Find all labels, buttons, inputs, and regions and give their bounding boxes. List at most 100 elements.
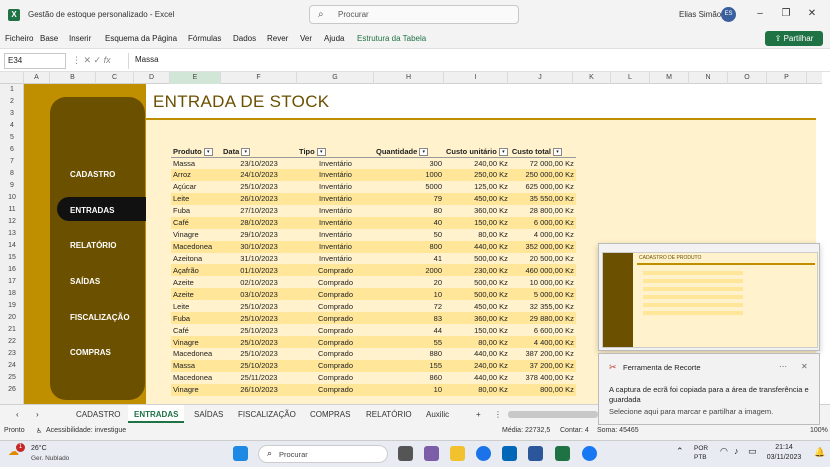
cell-data[interactable]: 24/10/2023: [221, 168, 297, 181]
cell-data[interactable]: 28/10/2023: [221, 216, 297, 229]
row-header[interactable]: 23: [0, 348, 24, 360]
cell-data[interactable]: 03/10/2023: [221, 288, 297, 301]
cell-produto[interactable]: Leite: [171, 192, 221, 205]
cell-custo-unitario[interactable]: 440,00 Kz: [444, 348, 510, 360]
cell-data[interactable]: 31/10/2023: [221, 252, 297, 265]
col-header[interactable]: A: [24, 72, 50, 84]
cell-quantidade[interactable]: 2000: [374, 264, 444, 277]
excel-taskbar-icon[interactable]: [555, 446, 570, 461]
cell-data[interactable]: 25/10/2023: [221, 312, 297, 325]
col-header[interactable]: J: [508, 72, 573, 84]
close-icon[interactable]: ✕: [804, 8, 820, 19]
cell-quantidade[interactable]: 10: [374, 288, 444, 301]
cell-custo-total[interactable]: 10 000,00 Kz: [509, 276, 576, 289]
col-header[interactable]: M: [650, 72, 689, 84]
cell-produto[interactable]: Vinagre: [171, 383, 221, 396]
cell-quantidade[interactable]: 41: [374, 252, 444, 265]
cell-tipo[interactable]: Comprado: [297, 276, 374, 289]
cell-quantidade[interactable]: 860: [374, 371, 444, 384]
table-row[interactable]: Leite 25/10/2023 Comprado 72 450,00 Kz 32 355…: [171, 300, 576, 313]
volume-icon[interactable]: ♪: [734, 446, 739, 456]
col-header[interactable]: B: [50, 72, 96, 84]
cell-custo-total[interactable]: 37 200,00 Kz: [509, 359, 576, 372]
filter-dropdown-icon[interactable]: ▾: [498, 147, 508, 156]
word-icon[interactable]: [528, 446, 543, 461]
cell-custo-unitario[interactable]: 150,00 Kz: [444, 216, 510, 229]
cell-produto[interactable]: Vinagre: [171, 228, 221, 241]
row-header[interactable]: 6: [0, 144, 24, 156]
filter-dropdown-icon[interactable]: ▾: [553, 147, 563, 156]
cell-tipo[interactable]: Inventário: [297, 252, 374, 265]
cell-quantidade[interactable]: 10: [374, 383, 444, 396]
cell-data[interactable]: 25/10/2023: [221, 180, 297, 193]
cell-data[interactable]: 01/10/2023: [221, 264, 297, 277]
cell-quantidade[interactable]: 83: [374, 312, 444, 325]
cell-tipo[interactable]: Comprado: [297, 300, 374, 313]
sheet-tab-fiscalizacao[interactable]: FISCALIZAÇÃO: [238, 410, 296, 419]
battery-icon[interactable]: ▭: [748, 446, 757, 457]
cell-data[interactable]: 29/10/2023: [221, 228, 297, 241]
col-header[interactable]: K: [573, 72, 611, 84]
accessibility-icon[interactable]: ♿: [36, 427, 42, 435]
cell-produto[interactable]: Leite: [171, 300, 221, 313]
cell-tipo[interactable]: Comprado: [297, 348, 374, 360]
filter-dropdown-icon[interactable]: ▾: [316, 147, 326, 156]
tab-estrutura-tabela[interactable]: Estrutura da Tabela: [357, 34, 426, 43]
cell-quantidade[interactable]: 20: [374, 276, 444, 289]
table-row[interactable]: Vinagre 26/10/2023 Comprado 10 80,00 Kz 800,0…: [171, 383, 576, 396]
cell-custo-total[interactable]: 4 000,00 Kz: [509, 228, 576, 241]
tab-scroll-right-icon[interactable]: ›: [36, 410, 39, 419]
cell-data[interactable]: 02/10/2023: [221, 276, 297, 289]
edge-icon[interactable]: [476, 446, 491, 461]
cell-custo-unitario[interactable]: 80,00 Kz: [444, 383, 510, 396]
user-name[interactable]: Elias Simão: [679, 10, 721, 19]
snipping-tool-notification[interactable]: ✂ Ferramenta de Recorte ⋯ ✕ A captura de…: [598, 353, 820, 425]
taskbar-search[interactable]: ⌕ Procurar: [258, 445, 388, 463]
cell-data[interactable]: 25/10/2023: [221, 324, 297, 337]
row-header[interactable]: 3: [0, 108, 24, 120]
cell-custo-unitario[interactable]: 450,00 Kz: [444, 192, 510, 205]
cell-custo-unitario[interactable]: 360,00 Kz: [444, 312, 510, 325]
add-sheet-icon[interactable]: +: [476, 410, 481, 419]
header-custo-unitario[interactable]: Custo unitário ▾: [444, 146, 510, 158]
sheet-tab-compras[interactable]: COMPRAS: [310, 410, 350, 419]
cell-custo-unitario[interactable]: 360,00 Kz: [444, 204, 510, 217]
cell-custo-total[interactable]: 6 600,00 Kz: [509, 324, 576, 337]
cell-tipo[interactable]: Comprado: [297, 288, 374, 301]
cell-quantidade[interactable]: 300: [374, 157, 444, 169]
table-row[interactable]: Café 25/10/2023 Comprado 44 150,00 Kz 6 600,0…: [171, 324, 576, 337]
cell-tipo[interactable]: Inventário: [297, 216, 374, 229]
cell-produto[interactable]: Açafrão: [171, 264, 221, 277]
cell-custo-total[interactable]: 625 000,00 Kz: [509, 180, 576, 193]
notification-bell-icon[interactable]: 🔔: [814, 447, 825, 458]
row-header[interactable]: 20: [0, 312, 24, 324]
row-header[interactable]: 17: [0, 276, 24, 288]
cell-data[interactable]: 25/11/2023: [221, 371, 297, 384]
row-header[interactable]: 15: [0, 252, 24, 264]
nav-entradas-button[interactable]: ENTRADAS: [70, 206, 114, 215]
cell-custo-unitario[interactable]: 500,00 Kz: [444, 252, 510, 265]
row-header[interactable]: 18: [0, 288, 24, 300]
sheet-tab-auxiliar[interactable]: Auxilic: [426, 410, 449, 419]
col-header[interactable]: D: [134, 72, 170, 84]
cell-custo-total[interactable]: 800,00 Kz: [509, 383, 576, 396]
nav-cadastro-button[interactable]: CADASTRO: [70, 170, 115, 179]
file-explorer-icon[interactable]: [450, 446, 465, 461]
tray-chevron-icon[interactable]: ⌃: [676, 446, 684, 457]
table-row[interactable]: Açúcar 25/10/2023 Inventário 5000 125,00 Kz 6…: [171, 180, 576, 193]
task-view-icon[interactable]: [398, 446, 413, 461]
row-header[interactable]: 22: [0, 336, 24, 348]
cell-custo-total[interactable]: 72 000,00 Kz: [509, 157, 576, 169]
cell-custo-unitario[interactable]: 500,00 Kz: [444, 288, 510, 301]
row-header[interactable]: 2: [0, 96, 24, 108]
cell-custo-unitario[interactable]: 80,00 Kz: [444, 228, 510, 241]
cell-produto[interactable]: Café: [171, 216, 221, 229]
teams-icon[interactable]: [424, 446, 439, 461]
cell-custo-total[interactable]: 29 880,00 Kz: [509, 312, 576, 325]
search-input[interactable]: ⌕ Procurar: [309, 5, 519, 24]
cell-quantidade[interactable]: 55: [374, 336, 444, 348]
table-row[interactable]: Arroz 24/10/2023 Inventário 1000 250,00 Kz 25…: [171, 168, 576, 181]
cell-produto[interactable]: Azeite: [171, 276, 221, 289]
row-header[interactable]: 25: [0, 372, 24, 384]
table-row[interactable]: Leite 26/10/2023 Inventário 79 450,00 Kz 35 5…: [171, 192, 576, 205]
